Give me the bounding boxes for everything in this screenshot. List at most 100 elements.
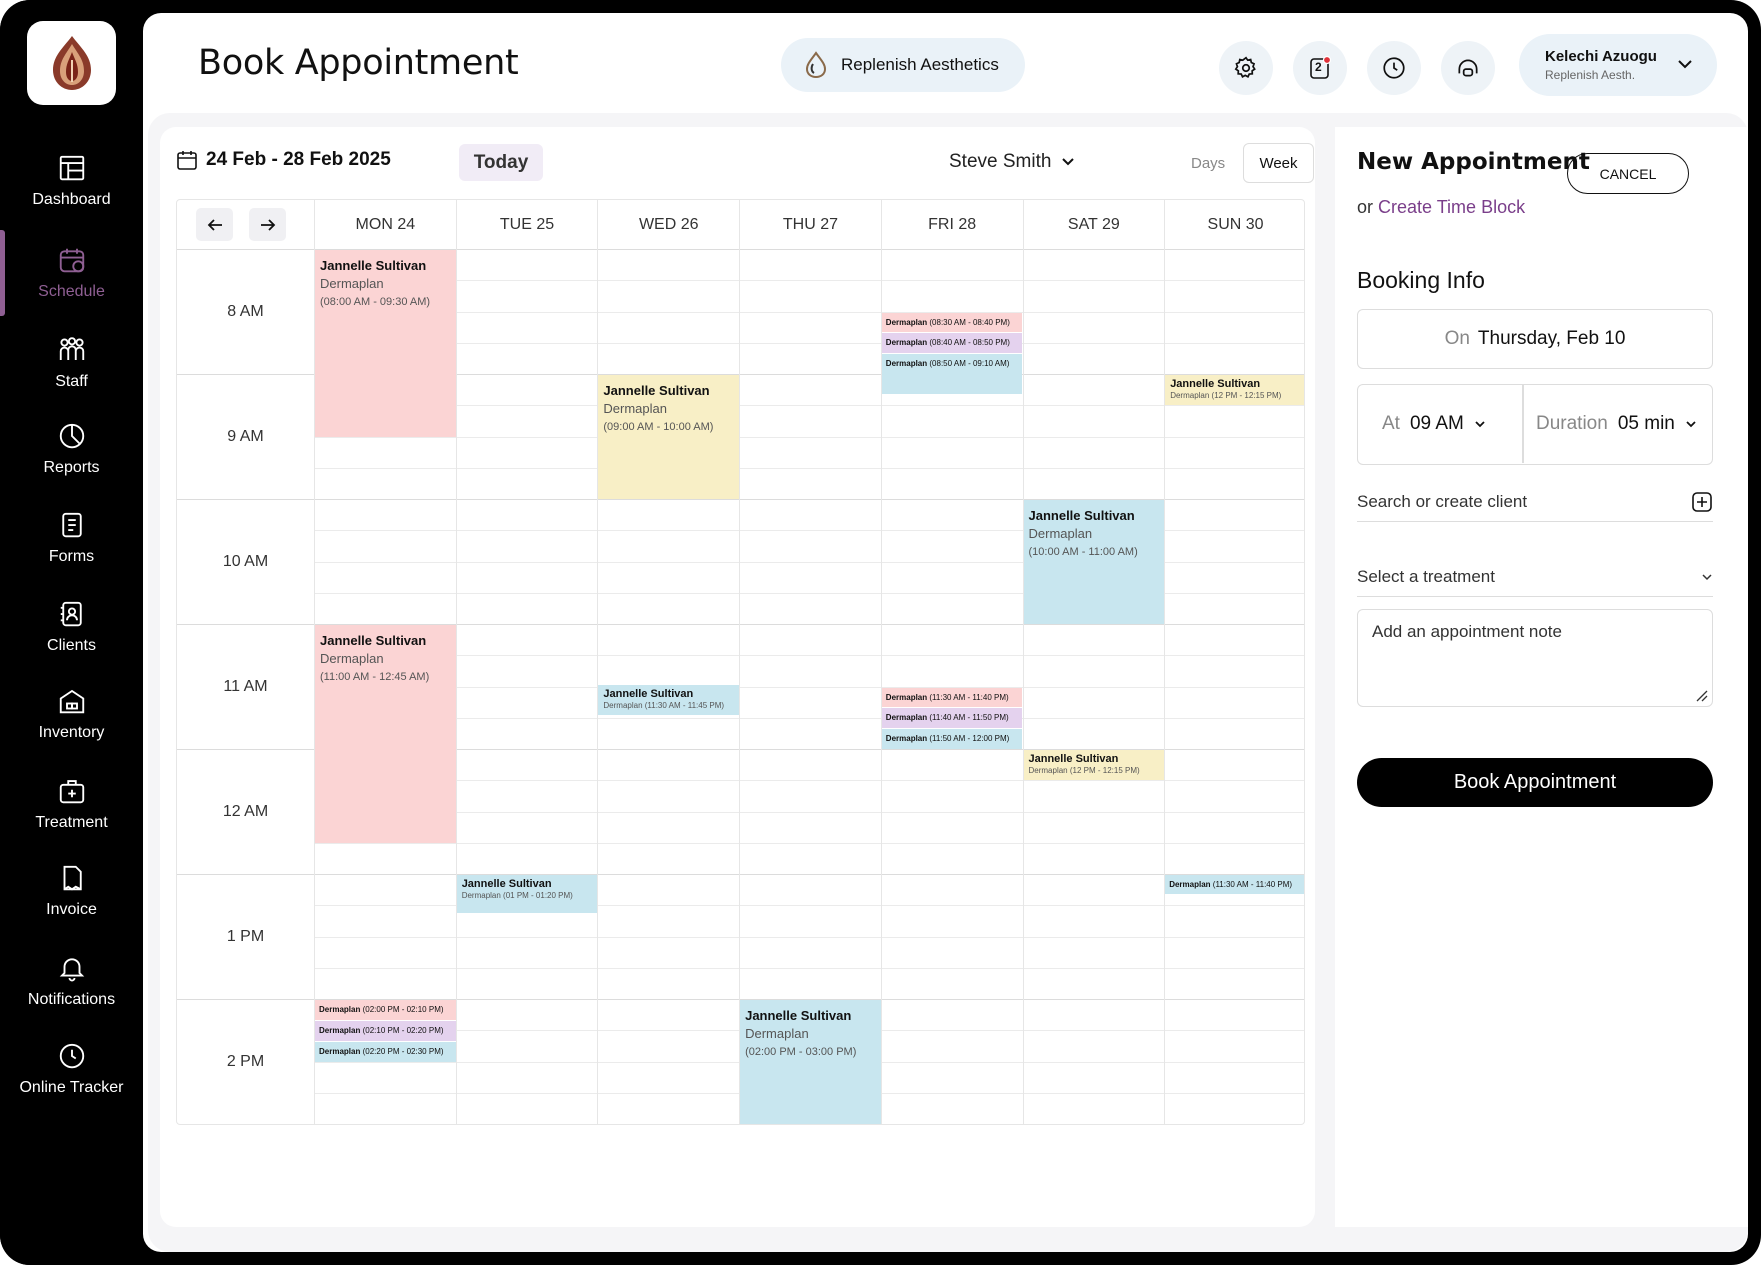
appointment-block[interactable]: Dermaplan (02:00 PM - 02:10 PM) <box>315 1000 456 1020</box>
history-button[interactable] <box>1367 41 1421 95</box>
sidebar-item-schedule[interactable]: Schedule <box>0 230 143 316</box>
appointment-block[interactable]: Dermaplan (02:10 PM - 02:20 PM) <box>315 1020 456 1041</box>
sidebar-item-treatment[interactable]: Treatment <box>0 763 143 845</box>
time-label: 10 AM <box>222 552 269 570</box>
time-select[interactable]: At 09 AM <box>1382 385 1486 463</box>
appointment-block[interactable]: Jannelle Sultivan Dermaplan (08:00 AM - 09… <box>315 250 456 437</box>
headset-icon <box>1458 59 1478 77</box>
grid-line <box>177 1124 1305 1125</box>
appointment-block[interactable]: Jannelle Sultivan Dermaplan (11:00 AM - 12… <box>315 625 456 843</box>
clock-icon <box>1383 57 1405 79</box>
appointment-block[interactable]: Jannelle Sultivan Dermaplan (01 PM - 01:2… <box>456 875 598 913</box>
chevron-down-icon <box>1475 421 1485 428</box>
appointment-block[interactable]: Jannelle Sultivan Dermaplan (11:30 AM - 1… <box>598 685 740 716</box>
appointment-time: (08:00 AM - 09:30 AM) <box>320 296 431 308</box>
day-header[interactable]: WED 26 <box>597 200 739 249</box>
sidebar-item-inventory[interactable]: Inventory <box>0 673 143 755</box>
appointment-block[interactable]: Jannelle Sultivan Dermaplan (12 PM - 12:1… <box>1165 375 1304 406</box>
sidebar-item-staff[interactable]: Staff <box>0 322 143 404</box>
logo[interactable] <box>27 21 116 105</box>
sidebar-item-reports[interactable]: Reports <box>0 408 143 490</box>
duration-select[interactable]: Duration 05 min <box>1536 385 1697 463</box>
forms-icon <box>61 512 82 538</box>
date-range[interactable]: 24 Feb - 28 Feb 2025 <box>176 149 391 171</box>
appointment-block[interactable]: Jannelle Sultivan Dermaplan (10:00 AM - 11… <box>1023 500 1165 624</box>
calendar-grid: MON 24 TUE 25 WED 26 THU 27 FRI 28 SAT 29 SUN … <box>176 199 1305 1125</box>
appointment-time: (11:00 AM - 12:45 AM) <box>320 671 430 683</box>
day-header[interactable]: FRI 28 <box>880 200 1023 249</box>
sidebar-item-dashboard[interactable]: Dashboard <box>0 140 143 222</box>
grid-line <box>314 311 1304 313</box>
resize-handle-icon[interactable] <box>1694 688 1708 702</box>
org-selector[interactable]: Replenish Aesthetics <box>781 38 1025 92</box>
chevron-down-icon <box>1062 158 1075 166</box>
appointment-block[interactable]: Jannelle Sultivan Dermaplan (09:00 AM - 10… <box>598 375 740 499</box>
appointment-block[interactable]: Jannelle Sultivan Dermaplan (02:00 PM - 03… <box>740 1000 881 1124</box>
prev-week-button[interactable] <box>196 208 233 241</box>
sidebar-item-clients[interactable]: Clients <box>0 586 143 668</box>
appointment-block[interactable]: Jannelle Sultivan Dermaplan (12 PM - 12:1… <box>1023 750 1165 781</box>
appointment-block[interactable]: Dermaplan (08:50 AM - 09:10 AM) <box>881 354 1023 394</box>
appointment-block[interactable]: Dermaplan (08:40 AM - 08:50 PM) <box>881 333 1023 354</box>
grid-line <box>177 874 1304 875</box>
content-area: 24 Feb - 28 Feb 2025 Today Steve Smith D… <box>148 113 1748 1252</box>
note-placeholder: Add an appointment note <box>1372 622 1562 641</box>
appointment-block[interactable]: Dermaplan (11:50 AM - 12:00 PM) <box>881 729 1023 749</box>
appointment-block[interactable]: Dermaplan (08:30 AM - 08:40 PM) <box>881 312 1023 333</box>
appointment-block[interactable]: Dermaplan (11:30 AM - 11:40 PM) <box>1165 875 1304 894</box>
settings-button[interactable] <box>1219 41 1273 95</box>
staff-icon <box>59 337 84 360</box>
appointment-time: (08:30 AM - 08:40 PM) <box>929 317 1010 327</box>
cancel-button[interactable]: CANCEL <box>1567 153 1689 194</box>
sidebar-item-online-tracker[interactable]: Online Tracker <box>0 1028 143 1110</box>
add-square-icon[interactable] <box>1691 491 1713 513</box>
time-label: 2 PM <box>226 1052 265 1070</box>
panel-title: New Appointment <box>1357 149 1590 175</box>
client-name: Jannelle Sultivan <box>320 258 427 273</box>
sidebar-item-label: Treatment <box>35 814 108 831</box>
client-name: Jannelle Sultivan <box>603 383 710 398</box>
appointment-detail: Dermaplan (11:30 AM - 11:45 PM) <box>603 701 725 710</box>
book-appointment-button[interactable]: Book Appointment <box>1357 758 1713 807</box>
day-header[interactable]: SAT 29 <box>1022 200 1165 249</box>
appointment-block[interactable]: Dermaplan (11:40 AM - 11:50 PM) <box>881 708 1023 729</box>
notification-count: 2 <box>1315 60 1322 74</box>
treatment-name: Dermaplan <box>319 1005 361 1014</box>
sidebar-item-label: Forms <box>48 548 95 565</box>
time-label: 12 AM <box>222 802 269 820</box>
create-time-block-link[interactable]: Create Time Block <box>1378 197 1525 217</box>
client-search-input[interactable]: Search or create client <box>1357 482 1713 522</box>
today-button[interactable]: Today <box>459 144 543 181</box>
appointment-note-textarea[interactable]: Add an appointment note <box>1357 609 1713 707</box>
chevron-down-icon <box>1686 421 1696 428</box>
treatment-select[interactable]: Select a treatment <box>1357 557 1713 597</box>
appointment-time: (08:40 AM - 08:50 PM) <box>929 338 1010 348</box>
notifications-button[interactable]: 2 <box>1293 41 1347 95</box>
grid-line <box>739 249 741 1124</box>
bell-icon <box>59 958 84 982</box>
next-week-button[interactable] <box>249 208 286 241</box>
sidebar-item-notifications[interactable]: Notifications <box>0 940 143 1022</box>
appointment-block[interactable]: Dermaplan (11:30 AM - 11:40 PM) <box>881 687 1023 708</box>
calendar-icon <box>59 248 84 273</box>
sidebar-item-forms[interactable]: Forms <box>0 497 143 579</box>
days-view-toggle[interactable]: Days <box>1191 155 1225 172</box>
day-header[interactable]: SUN 30 <box>1164 200 1304 249</box>
day-header[interactable]: MON 24 <box>314 200 456 249</box>
week-view-toggle[interactable]: Week <box>1243 143 1314 183</box>
day-header[interactable]: THU 27 <box>739 200 881 249</box>
sidebar-item-invoice[interactable]: Invoice <box>0 850 143 932</box>
appointment-block[interactable]: Dermaplan (02:20 PM - 02:30 PM) <box>315 1041 456 1062</box>
treatment-name: Dermaplan <box>1169 880 1211 889</box>
treatment-name: Dermaplan <box>603 401 667 416</box>
sidebar-item-label: Notifications <box>27 991 116 1008</box>
day-header[interactable]: TUE 25 <box>455 200 598 249</box>
treatment-name: Dermaplan <box>320 651 384 666</box>
create-time-block-line: or Create Time Block <box>1357 197 1525 218</box>
support-button[interactable] <box>1441 41 1495 95</box>
user-menu[interactable]: Kelechi Azuogu Replenish Aesth. <box>1519 34 1717 96</box>
staff-selector[interactable]: Steve Smith <box>949 151 1075 173</box>
appointment-time: (11:30 AM - 11:40 PM) <box>1212 880 1293 889</box>
date-picker[interactable]: On Thursday, Feb 10 <box>1357 309 1713 369</box>
chevron-down-icon <box>1702 573 1712 580</box>
